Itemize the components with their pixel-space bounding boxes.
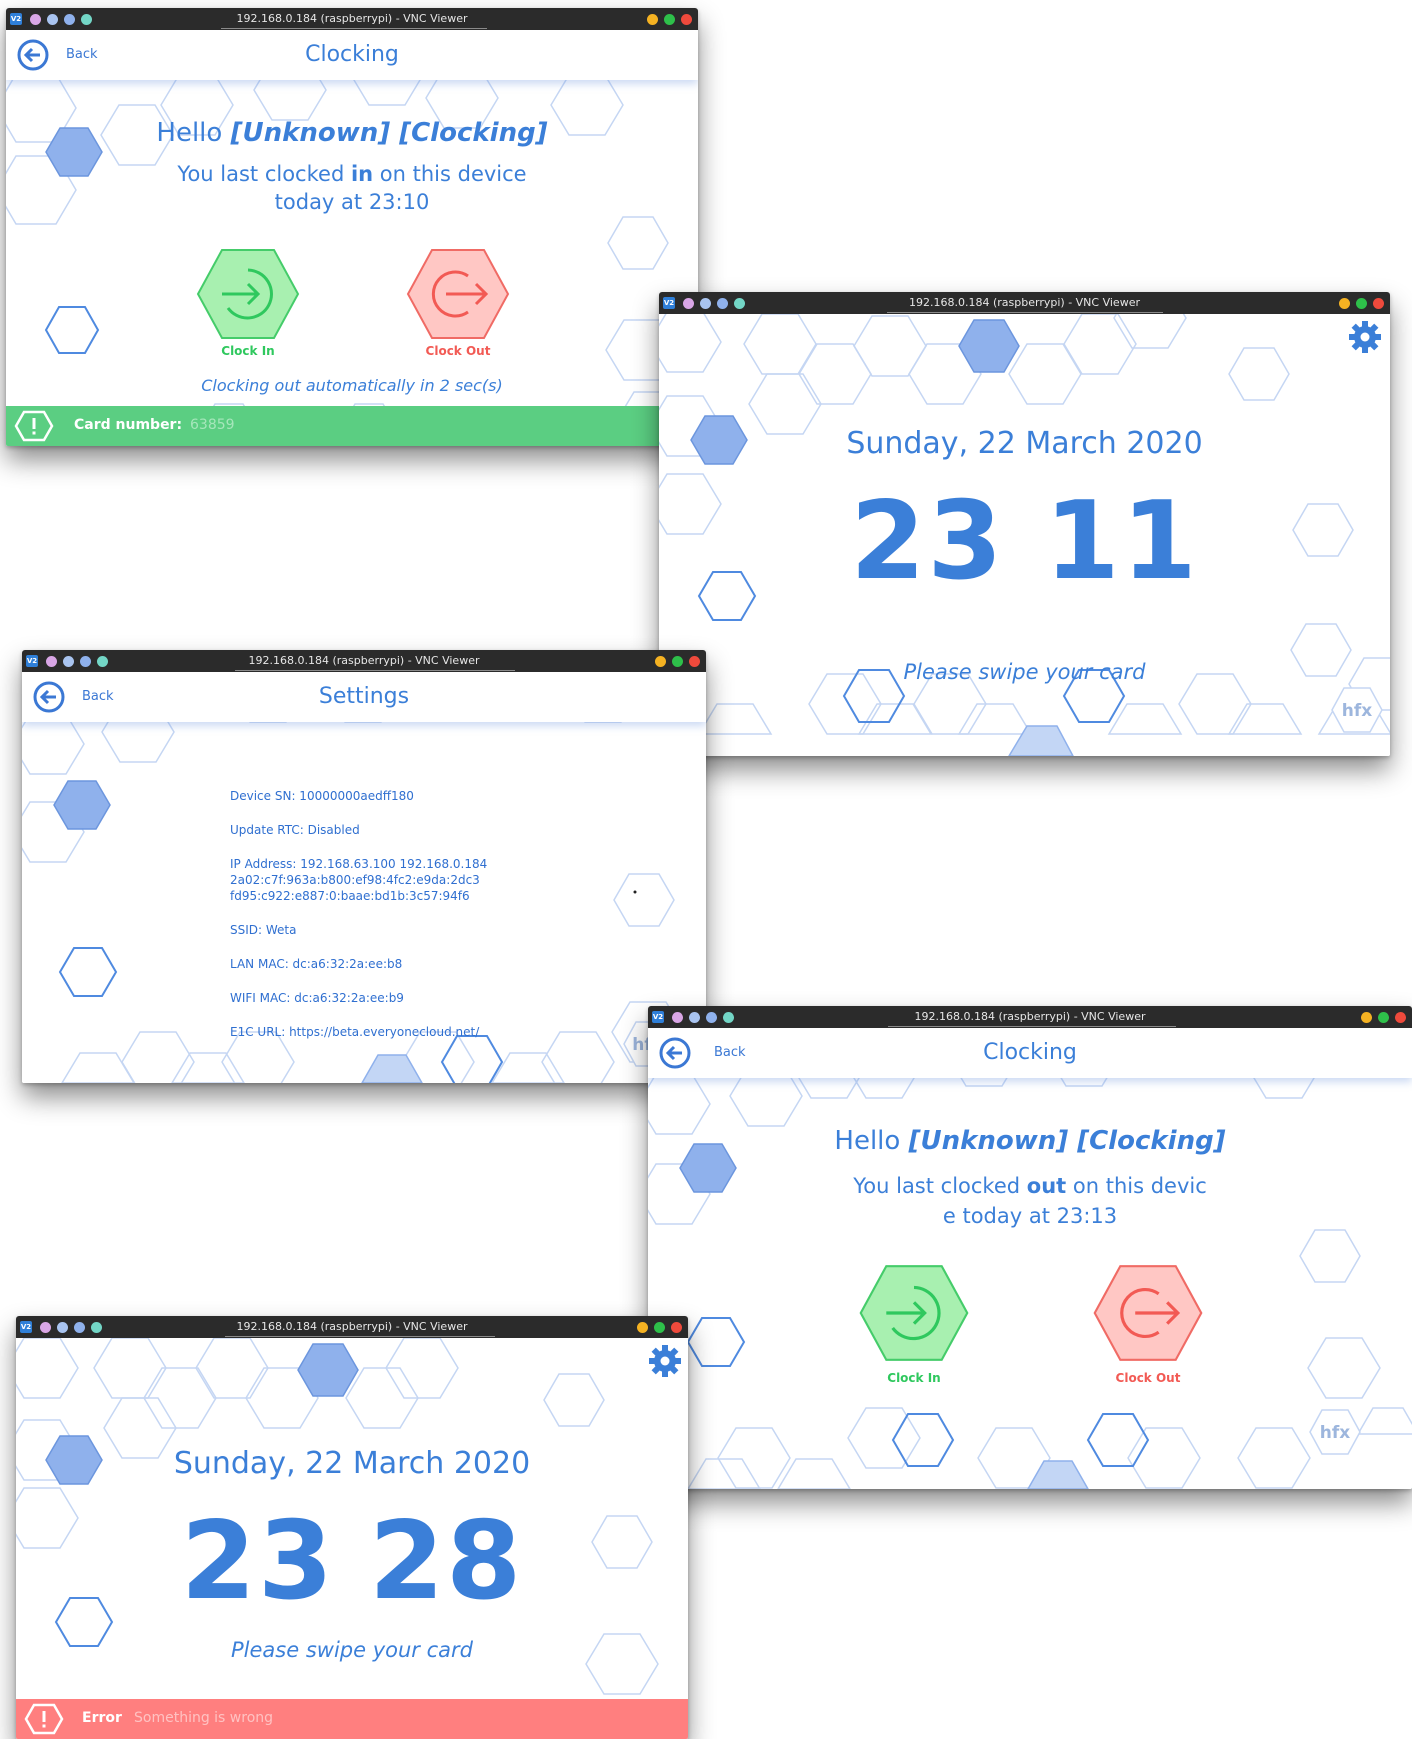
minimize-button[interactable] <box>1361 1012 1372 1023</box>
vnc-window-settings: V2 192.168.0.184 (raspberrypi) - VNC Vie… <box>22 650 706 1083</box>
clock-out-button[interactable] <box>406 248 510 340</box>
last-clock-status: You last clocked out on this devic <box>853 1174 1207 1198</box>
maximize-button[interactable] <box>654 1322 665 1333</box>
warning-hexagon-icon <box>14 410 54 442</box>
svg-text:hfx: hfx <box>1342 701 1372 721</box>
time-minute: 28 <box>369 1499 524 1624</box>
vnc-titlebar: V2 192.168.0.184 (raspberrypi) - VNC Vie… <box>648 1006 1412 1028</box>
close-button[interactable] <box>671 1322 682 1333</box>
maximize-button[interactable] <box>672 656 683 667</box>
user-name: [Unknown] [Clocking] <box>908 1126 1226 1156</box>
last-clock-time: e today at 23:13 <box>942 1204 1118 1228</box>
warning-hexagon-icon <box>24 1703 64 1735</box>
window-title: 192.168.0.184 (raspberrypi) - VNC Viewer <box>236 12 468 25</box>
time-hour: 23 <box>180 1499 335 1624</box>
app-header: Back Clocking <box>648 1028 1412 1078</box>
window-title: 192.168.0.184 (raspberrypi) - VNC Viewer <box>914 1010 1146 1023</box>
maximize-button[interactable] <box>1356 298 1367 309</box>
maximize-button[interactable] <box>664 14 675 25</box>
vnc-titlebar: V2 192.168.0.184 (raspberrypi) - VNC Vie… <box>6 8 698 30</box>
gear-icon[interactable] <box>1348 320 1382 354</box>
card-number-value: 63859 <box>190 417 235 433</box>
current-time: 23 11 <box>659 488 1390 596</box>
lan-mac: LAN MAC: dc:a6:32:2a:ee:b8 <box>230 957 403 971</box>
close-button[interactable] <box>1373 298 1384 309</box>
card-number-label: Card number: <box>74 417 183 433</box>
settings-screen: Back Settings Device SN: 10000000aedff18… <box>22 672 706 1083</box>
e1c-url: E1C URL: https://beta.everyonecloud.net/ <box>230 1025 480 1039</box>
error-label: Error <box>82 1710 122 1726</box>
clock-out-button[interactable] <box>1092 1264 1204 1362</box>
vnc-window-idle-2328: V2 192.168.0.184 (raspberrypi) - VNC Vie… <box>16 1316 688 1739</box>
error-bar: Error Something is wrong <box>16 1699 688 1739</box>
error-message: Something is wrong <box>134 1710 274 1726</box>
window-title: 192.168.0.184 (raspberrypi) - VNC Viewer <box>909 296 1140 309</box>
gear-icon[interactable] <box>648 1344 682 1378</box>
vnc-titlebar: V2 192.168.0.184 (raspberrypi) - VNC Vie… <box>16 1316 688 1338</box>
close-button[interactable] <box>689 656 700 667</box>
ip-address-v6-2: fd95:c922:e887:0:baae:bd1b:3c57:94f6 <box>230 889 470 903</box>
swipe-prompt: Please swipe your card <box>903 660 1146 684</box>
page-title: Settings <box>318 684 410 709</box>
idle-screen: Sunday, 22 March 2020 23 28 Please swipe … <box>16 1338 688 1739</box>
clock-in-button[interactable] <box>196 248 300 340</box>
clock-in-label: Clock In <box>221 344 275 358</box>
ip-address-v6-1: 2a02:c7f:963a:b800:ef98:4fc2:e9da:2dc3 <box>230 873 480 887</box>
app-header: Back Clocking <box>6 30 698 80</box>
page-title: Clocking <box>305 42 399 67</box>
ip-address: IP Address: 192.168.63.100 192.168.0.184 <box>230 857 488 871</box>
time-hour: 23 <box>850 479 1005 604</box>
vnc-window-idle-2311: V2 192.168.0.184 (raspberrypi) - VNC Vie… <box>659 292 1390 756</box>
window-title: 192.168.0.184 (raspberrypi) - VNC Viewer <box>236 1320 468 1333</box>
minimize-button[interactable] <box>655 656 666 667</box>
clock-in-button[interactable] <box>858 1264 970 1362</box>
window-title: 192.168.0.184 (raspberrypi) - VNC Viewer <box>248 654 480 667</box>
clock-out-label: Clock Out <box>425 344 491 358</box>
hfx-logo-icon: hfx <box>1309 1409 1361 1455</box>
last-clock-time: today at 23:10 <box>274 190 430 214</box>
update-rtc: Update RTC: Disabled <box>230 823 360 837</box>
app-header: Back Settings <box>22 672 706 722</box>
current-date: Sunday, 22 March 2020 <box>846 426 1203 461</box>
auto-clock-out-note: Clocking out automatically in 2 sec(s) <box>201 376 503 395</box>
maximize-button[interactable] <box>1378 1012 1389 1023</box>
current-time: 23 28 <box>16 1508 688 1616</box>
vnc-titlebar: V2 192.168.0.184 (raspberrypi) - VNC Vie… <box>659 292 1390 314</box>
clocking-screen: Back Clocking Hello [Unknown] [Clocking]… <box>648 1028 1412 1489</box>
wifi-mac: WIFI MAC: dc:a6:32:2a:ee:b9 <box>230 991 404 1005</box>
swipe-prompt: Please swipe your card <box>231 1638 473 1662</box>
minimize-button[interactable] <box>1339 298 1350 309</box>
ssid: SSID: Weta <box>230 923 297 937</box>
clocking-screen: Back Clocking Hello [Unknown] [Clocking]… <box>6 30 698 446</box>
time-minute: 11 <box>1044 479 1199 604</box>
hexagon-background <box>648 1028 1412 1489</box>
close-button[interactable] <box>1395 1012 1406 1023</box>
hfx-logo-icon: hfx <box>1331 687 1383 733</box>
clock-out-label: Clock Out <box>1115 1371 1181 1385</box>
greeting: Hello [Unknown] [Clocking] <box>834 1126 1226 1156</box>
status-bar: Card number: 63859 <box>6 406 698 446</box>
vnc-window-clocking-in: V2 192.168.0.184 (raspberrypi) - VNC Vie… <box>6 8 698 446</box>
svg-text:hfx: hfx <box>1320 1423 1350 1443</box>
last-clock-status: You last clocked in on this device <box>177 162 527 186</box>
clock-in-label: Clock In <box>887 1371 941 1385</box>
user-name: [Unknown] [Clocking] <box>230 118 548 148</box>
page-title: Clocking <box>983 1040 1077 1065</box>
minimize-button[interactable] <box>637 1322 648 1333</box>
close-button[interactable] <box>681 14 692 25</box>
device-sn: Device SN: 10000000aedff180 <box>230 789 414 803</box>
vnc-titlebar: V2 192.168.0.184 (raspberrypi) - VNC Vie… <box>22 650 706 672</box>
current-date: Sunday, 22 March 2020 <box>173 1446 531 1481</box>
vnc-window-clocking-out: V2 192.168.0.184 (raspberrypi) - VNC Vie… <box>648 1006 1412 1489</box>
greeting: Hello [Unknown] [Clocking] <box>156 118 548 148</box>
idle-screen: Sunday, 22 March 2020 23 11 Please swipe … <box>659 314 1390 756</box>
minimize-button[interactable] <box>647 14 658 25</box>
